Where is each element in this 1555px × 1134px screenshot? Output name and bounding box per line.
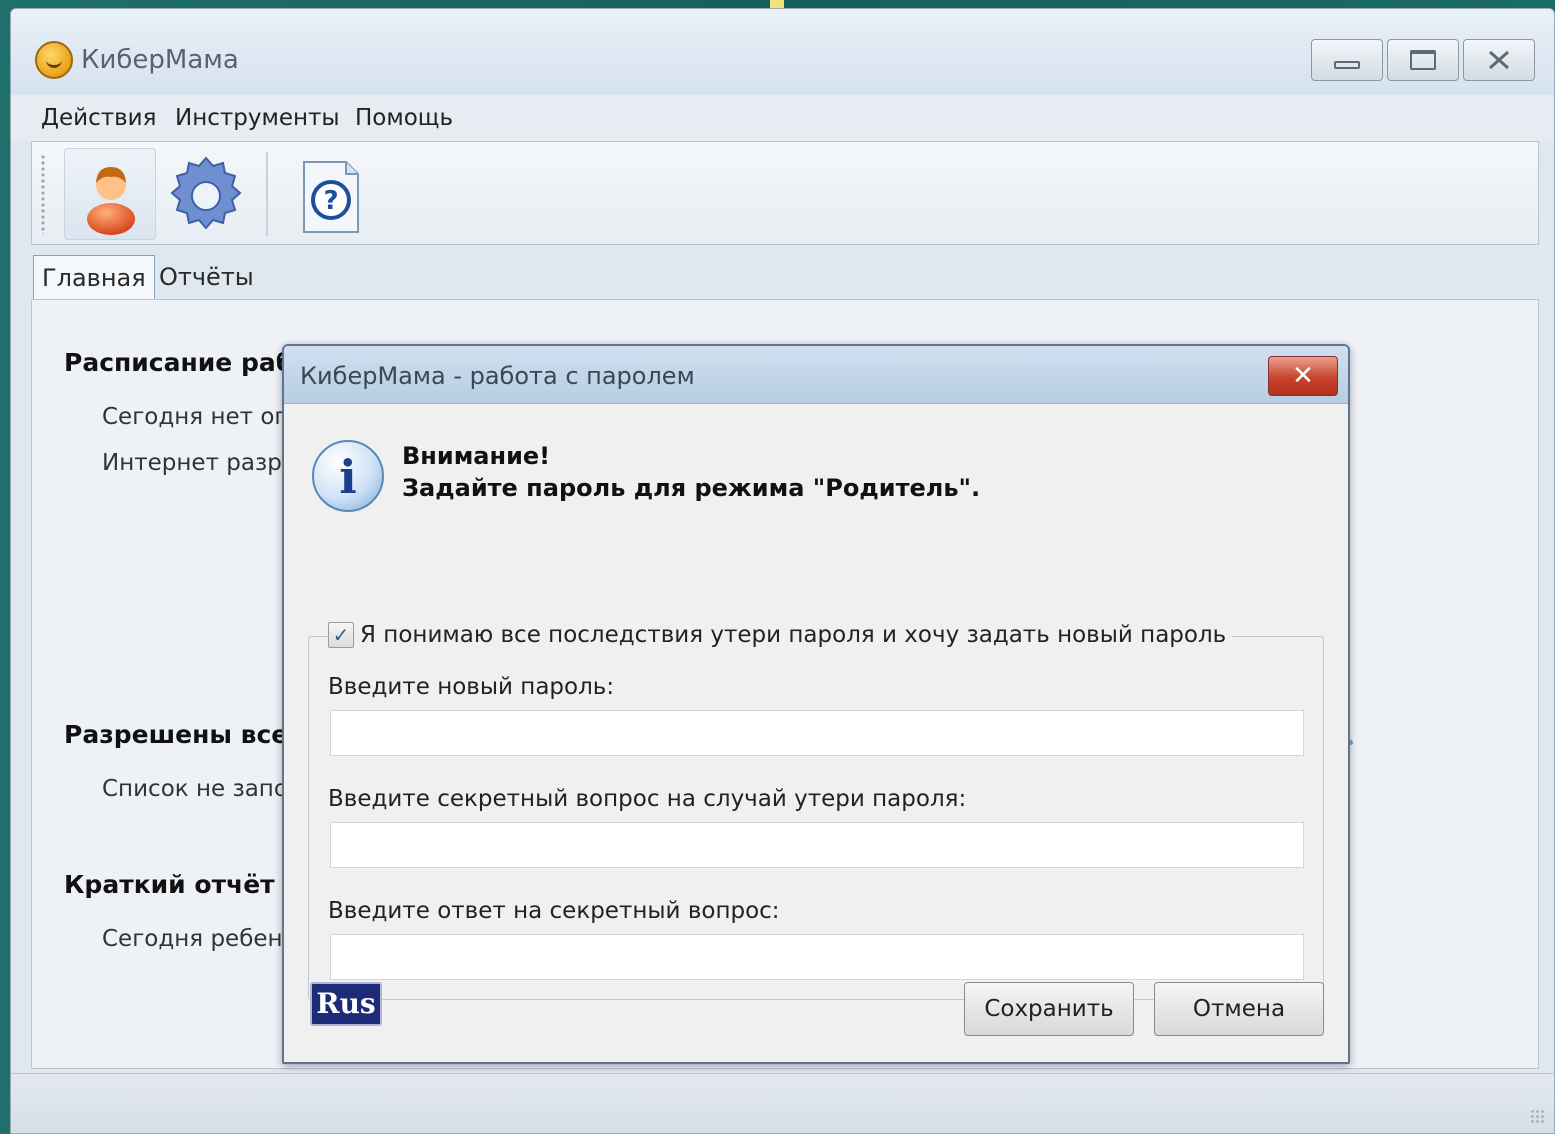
info-icon: i — [312, 440, 384, 512]
notice-heading: Внимание! — [402, 442, 551, 470]
new-password-label: Введите новый пароль: — [328, 674, 615, 700]
maximize-icon — [1410, 50, 1436, 70]
password-dialog: КиберМама - работа с паролем ✕ i Внимани… — [282, 344, 1350, 1064]
secret-question-label: Введите секретный вопрос на случай утери… — [328, 786, 967, 812]
secret-answer-label: Введите ответ на секретный вопрос: — [328, 898, 780, 924]
svg-text:?: ? — [323, 186, 338, 216]
tab-reports[interactable]: Отчёты — [151, 255, 262, 299]
report-title: Краткий отчёт о — [64, 870, 301, 899]
confirm-checkbox[interactable]: ✓ — [328, 622, 354, 648]
confirm-checkbox-label[interactable]: Я понимаю все последствия утери пароля и… — [360, 622, 1226, 648]
notice-text: Внимание! Задайте пароль для режима "Род… — [402, 440, 980, 504]
tab-strip: Главная Отчёты — [31, 249, 1554, 299]
tab-main[interactable]: Главная — [33, 255, 155, 299]
dialog-body: i Внимание! Задайте пароль для режима "Р… — [284, 404, 1348, 1062]
user-icon — [87, 167, 135, 235]
resize-grip[interactable] — [1530, 1109, 1544, 1123]
cancel-button[interactable]: Отмена — [1154, 982, 1324, 1036]
save-button[interactable]: Сохранить — [964, 982, 1134, 1036]
language-indicator[interactable]: Rus — [310, 982, 382, 1026]
close-button[interactable] — [1463, 39, 1535, 81]
dialog-titlebar[interactable]: КиберМама - работа с паролем ✕ — [284, 346, 1348, 404]
app-logo-icon — [35, 41, 73, 79]
confirm-checkbox-row[interactable]: ✓ Я понимаю все последствия утери пароля… — [328, 622, 1233, 648]
allowed-title: Разрешены все — [64, 720, 289, 749]
toolbar-help-button[interactable]: ? — [284, 148, 376, 240]
allowed-line: Список не запо — [102, 776, 288, 802]
toolbar-user-button[interactable] — [64, 148, 156, 240]
schedule-title: Расписание раб — [64, 348, 294, 377]
secret-answer-field[interactable] — [330, 934, 1304, 980]
desktop-accent — [770, 0, 784, 8]
close-icon — [1489, 50, 1509, 70]
secret-question-field[interactable] — [330, 822, 1304, 868]
toolbar-settings-button[interactable] — [160, 148, 252, 240]
schedule-line-1: Сегодня нет огр — [102, 404, 302, 430]
menu-bar: Действия Инструменты Помощь — [11, 95, 1554, 141]
menu-help[interactable]: Помощь — [355, 105, 453, 131]
toolbar-grip[interactable] — [40, 154, 46, 234]
menu-tools[interactable]: Инструменты — [175, 105, 340, 131]
new-password-field[interactable] — [330, 710, 1304, 756]
report-line: Сегодня ребено — [102, 926, 297, 952]
maximize-button[interactable] — [1387, 39, 1459, 81]
window-title: КиберМама — [81, 45, 239, 75]
notice-message: Задайте пароль для режима "Родитель". — [402, 474, 981, 502]
dialog-title: КиберМама - работа с паролем — [300, 362, 695, 390]
toolbar: ? — [31, 141, 1539, 245]
minimize-button[interactable] — [1311, 39, 1383, 81]
dialog-close-button[interactable]: ✕ — [1268, 356, 1338, 396]
help-document-icon: ? — [303, 161, 359, 233]
schedule-line-2: Интернет разре — [102, 450, 296, 476]
toolbar-separator — [266, 152, 268, 236]
status-bar — [11, 1073, 1554, 1133]
minimize-icon — [1334, 61, 1360, 69]
gear-icon — [170, 156, 242, 230]
window-titlebar[interactable]: КиберМама — [11, 9, 1554, 95]
menu-actions[interactable]: Действия — [41, 105, 156, 131]
